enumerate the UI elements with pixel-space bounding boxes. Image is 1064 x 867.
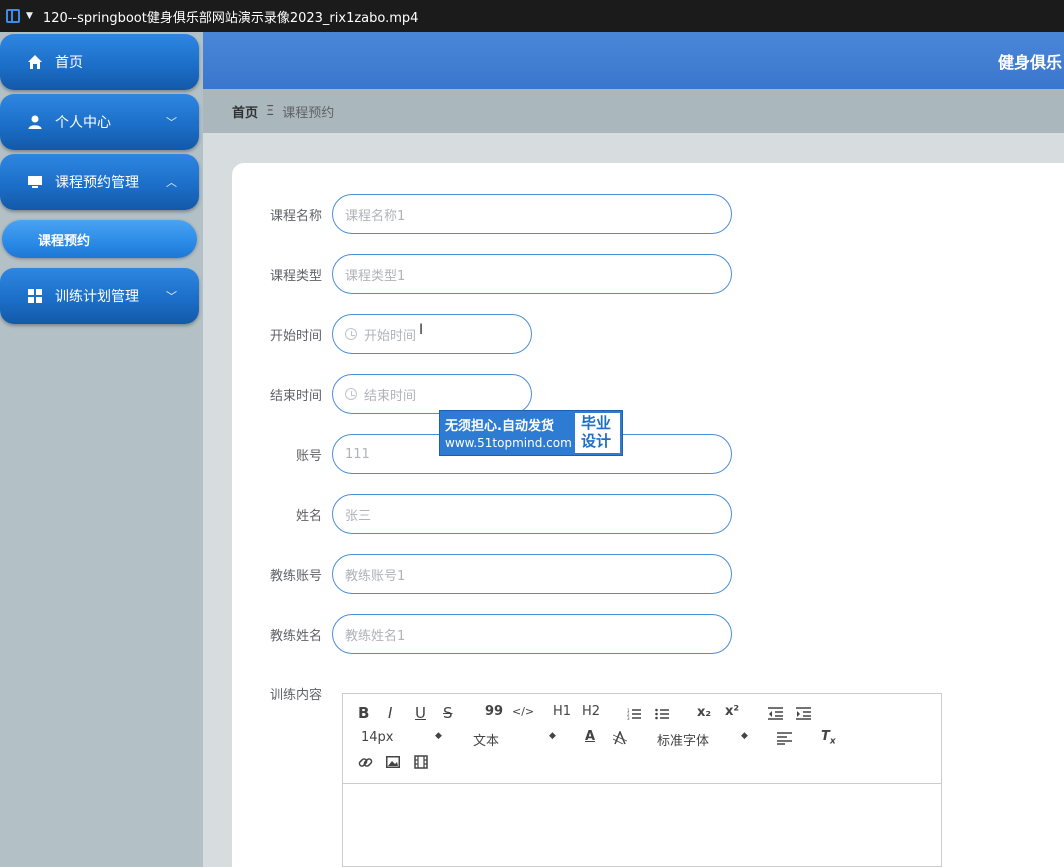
font-size-value: 14px [361,730,394,745]
watermark-line1: 无须担心.自动发货 [445,419,554,434]
start-time-picker[interactable]: 开始时间 [332,314,532,354]
ordered-list-icon[interactable]: 123 [627,707,641,721]
breadcrumb-current: 课程预约 [282,105,335,121]
image-icon[interactable] [386,756,400,768]
name-input[interactable]: 张三 [332,494,732,534]
indent-icon[interactable] [796,707,811,720]
top-header: 健身俱乐 [203,32,1064,89]
field-label: 结束时间 [269,388,322,404]
form-row-name: 姓名 张三 [232,494,732,534]
clock-icon [345,328,357,340]
font-size-select[interactable]: 14px ◆ [361,730,442,745]
background-color-icon[interactable] [613,731,627,745]
rich-text-editor: B I U S 99 </> H1 H2 123 x₂ x² 14px ◆ 文本… [342,693,942,867]
field-label: 课程名称 [269,208,322,224]
sidebar-item-label: 首页 [55,55,83,71]
subscript-button[interactable]: x₂ [697,705,711,720]
select-arrows-icon: ◆ [741,731,748,741]
chevron-up-icon: ︿ [166,176,177,189]
font-family-value: 标准字体 [657,734,710,749]
field-label: 教练姓名 [269,628,322,644]
watermark-badge-line1: 毕业 [580,414,611,432]
breadcrumb-home[interactable]: 首页 [232,102,258,121]
sidebar-item-label: 训练计划管理 [55,289,139,305]
svg-text:3: 3 [627,716,630,721]
site-title: 健身俱乐 [998,53,1063,72]
sidebar-item-label: 课程预约管理 [55,175,139,191]
sidebar-item-course-booking-mgmt[interactable]: 课程预约管理 ︿ [0,154,199,210]
underline-button[interactable]: U [415,704,426,722]
user-icon [28,115,42,129]
sidebar-item-label: 个人中心 [55,115,111,131]
field-label: 教练账号 [269,568,322,584]
sidebar-item-home[interactable]: 首页 [0,34,199,90]
code-block-button[interactable]: </> [512,705,534,718]
header-2-button[interactable]: H2 [582,704,600,719]
editor-content-area[interactable] [343,784,941,866]
header-1-button[interactable]: H1 [553,704,571,719]
grid-icon [28,289,42,303]
select-arrows-icon: ◆ [435,731,442,741]
font-family-select[interactable]: 标准字体 ◆ [657,730,748,749]
outdent-icon[interactable] [768,707,783,720]
form-row-start-time: 开始时间 开始时间 [232,314,532,354]
video-title: 120--springboot健身俱乐部网站演示录像2023_rix1zabo.… [42,10,419,26]
field-label: 训练内容 [269,688,322,703]
editor-toolbar: B I U S 99 </> H1 H2 123 x₂ x² 14px ◆ 文本… [343,694,941,784]
form-row-coach-name: 教练姓名 教练姓名1 [232,614,732,654]
course-type-input[interactable]: 课程类型1 [332,254,732,294]
watermark-ad: 无须担心.自动发货 www.51topmind.com 毕业 设计 [439,410,623,456]
clock-icon [345,388,357,400]
end-time-picker[interactable]: 结束时间 [332,374,532,414]
breadcrumb: 首页 Ξ 课程预约 [203,89,1064,133]
app-icon[interactable] [6,9,20,23]
italic-button[interactable]: I [388,704,392,722]
field-label: 账号 [295,448,322,464]
watermark-text: 无须担心.自动发货 www.51topmind.com [440,411,573,455]
font-color-icon[interactable]: A [585,729,595,744]
form-row-end-time: 结束时间 结束时间 [232,374,532,414]
end-time-placeholder: 结束时间 [364,388,417,404]
watermark-line2: www.51topmind.com [445,436,572,450]
home-icon [28,55,42,69]
watermark-badge: 毕业 设计 [574,413,620,453]
sidebar-item-personal-center[interactable]: 个人中心 ﹀ [0,94,199,150]
dropdown-caret-icon[interactable]: ▼ [26,11,33,21]
form-row-course-type: 课程类型 课程类型1 [232,254,732,294]
sidebar-subitem-label: 课程预约 [38,233,91,249]
watermark-badge-line2: 设计 [580,432,611,450]
bullet-list-icon[interactable] [655,707,669,721]
bold-button[interactable]: B [358,704,369,722]
video-icon[interactable] [414,755,428,769]
align-left-icon[interactable] [777,732,792,745]
sidebar: 首页 个人中心 ﹀ 课程预约管理 ︿ 课程预约 训练计划管理 ﹀ [0,32,203,867]
header-select-value: 文本 [473,734,500,749]
course-name-input[interactable]: 课程名称1 [332,194,732,234]
form-row-coach-account: 教练账号 教练账号1 [232,554,732,594]
coach-account-input[interactable]: 教练账号1 [332,554,732,594]
chevron-down-icon: ﹀ [166,116,177,129]
sidebar-item-training-plan-mgmt[interactable]: 训练计划管理 ﹀ [0,268,199,324]
form-row-course-name: 课程名称 课程名称1 [232,194,732,234]
link-icon[interactable] [358,755,373,770]
header-select[interactable]: 文本 ◆ [473,730,556,749]
field-label: 姓名 [295,508,322,524]
strike-button[interactable]: S [443,704,453,722]
superscript-button[interactable]: x² [725,704,739,719]
clear-format-icon[interactable]: Tx [821,729,836,747]
field-label: 开始时间 [269,328,322,344]
video-title-bar: ▼ 120--springboot健身俱乐部网站演示录像2023_rix1zab… [0,0,1064,32]
text-cursor-icon: I [419,322,424,338]
sidebar-subitem-course-booking[interactable]: 课程预约 [2,220,197,258]
blockquote-button[interactable]: 99 [485,704,503,719]
chevron-down-icon: ﹀ [166,290,177,303]
monitor-icon [28,176,42,188]
breadcrumb-separator: Ξ [266,103,275,119]
coach-name-input[interactable]: 教练姓名1 [332,614,732,654]
start-time-placeholder: 开始时间 [364,328,417,344]
select-arrows-icon: ◆ [549,731,556,741]
field-label: 课程类型 [269,268,322,284]
